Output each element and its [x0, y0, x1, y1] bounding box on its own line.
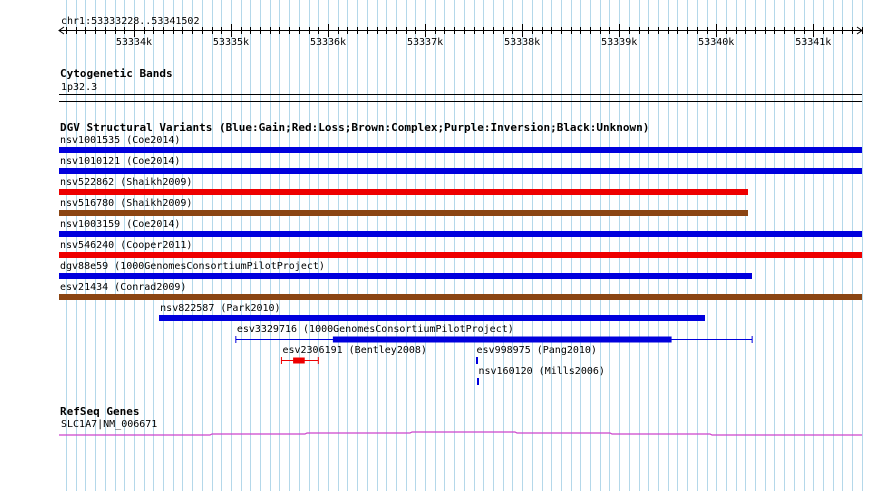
gene-intron-line	[59, 431, 862, 436]
dgv-variant-bar[interactable]	[59, 252, 862, 258]
dgv-variant-label: nsv1003159 (Coe2014)	[60, 219, 181, 230]
dgv-variant-label: nsv822587 (Park2010)	[160, 303, 281, 314]
dgv-track-title: DGV Structural Variants (Blue:Gain;Red:L…	[60, 121, 650, 134]
cytoband-label: 1p32.3	[61, 82, 98, 93]
ruler-tick-label: 53337k	[407, 37, 443, 48]
dgv-variant-label: nsv522862 (Shaikh2009)	[60, 177, 193, 188]
dgv-variant-bar[interactable]	[59, 231, 862, 237]
dgv-variant-bar[interactable]	[59, 273, 753, 279]
cytoband-track-title: Cytogenetic Bands	[60, 67, 173, 80]
dgv-variant-bar[interactable]	[477, 378, 480, 385]
dgv-variant-feature[interactable]	[0, 336, 890, 344]
ruler-tick-label: 53340k	[698, 37, 734, 48]
dgv-variant-label: nsv160120 (Mills2006)	[478, 366, 605, 377]
dgv-variant-bar[interactable]	[59, 147, 862, 153]
dgv-variant-bar[interactable]	[475, 357, 478, 364]
cytoband-line-bottom	[59, 101, 862, 102]
dgv-variant-bar[interactable]	[59, 168, 862, 174]
dgv-variant-feature[interactable]	[0, 357, 890, 365]
cytoband-line-top	[59, 94, 862, 95]
dgv-variant-label: esv2306191 (Bentley2008)	[282, 345, 427, 356]
dgv-variant-label: nsv546240 (Cooper2011)	[60, 240, 193, 251]
dgv-variant-label: nsv1001535 (Coe2014)	[60, 135, 181, 146]
dgv-variant-bar[interactable]	[59, 210, 749, 216]
dgv-variant-label: dgv88e59 (1000GenomesConsortiumPilotProj…	[60, 261, 325, 272]
dgv-variant-label: esv998975 (Pang2010)	[476, 345, 597, 356]
ruler-tick-label: 53335k	[213, 37, 249, 48]
ruler: 53334k 53335k 53336k 53337k 53338k 53339k 5334…	[58, 24, 863, 48]
dgv-variant-bar[interactable]	[159, 315, 705, 321]
dgv-variant-bar[interactable]	[59, 189, 749, 195]
ruler-tick-label: 53338k	[504, 37, 540, 48]
dgv-variant-label: nsv516780 (Shaikh2009)	[60, 198, 193, 209]
dgv-variant-label: esv21434 (Conrad2009)	[60, 282, 187, 293]
ruler-tick-label: 53334k	[116, 37, 152, 48]
ruler-tick-label: 53336k	[310, 37, 346, 48]
ruler-tick-label: 53341k	[795, 37, 831, 48]
dgv-variant-bar[interactable]	[59, 294, 862, 300]
ruler-tick-label: 53339k	[601, 37, 637, 48]
dgv-variant-label: esv3329716 (1000GenomesConsortiumPilotPr…	[236, 324, 514, 335]
dgv-variant-label: nsv1010121 (Coe2014)	[60, 156, 181, 167]
gene-model[interactable]	[0, 425, 890, 441]
refseq-track-title: RefSeq Genes	[60, 405, 140, 418]
